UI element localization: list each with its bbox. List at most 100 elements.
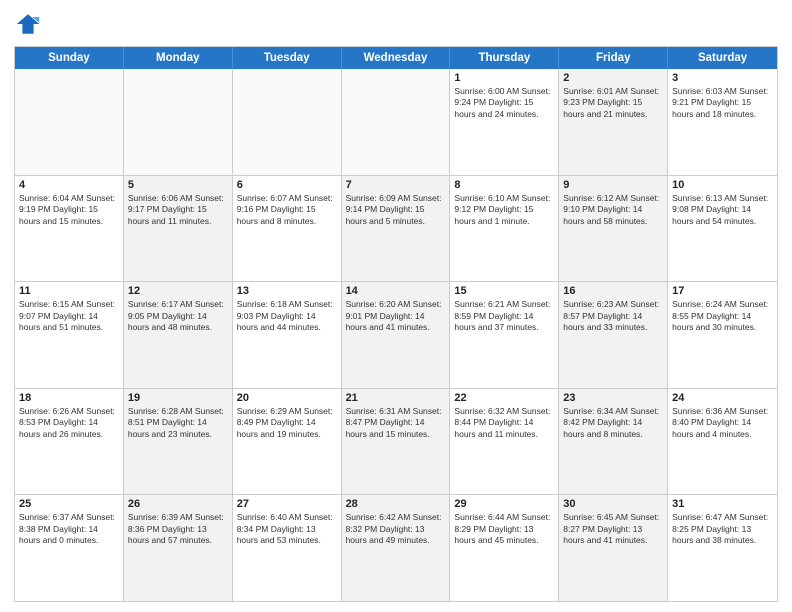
day-number: 9: [563, 179, 663, 191]
calendar-cell: 26 Sunrise: 6:39 AM Sunset: 8:36 PM Dayli…: [124, 495, 233, 601]
day-info: Sunrise: 6:34 AM Sunset: 8:42 PM Dayligh…: [563, 406, 663, 440]
day-number: 23: [563, 392, 663, 404]
day-info: Sunrise: 6:07 AM Sunset: 9:16 PM Dayligh…: [237, 193, 337, 227]
day-info: Sunrise: 6:36 AM Sunset: 8:40 PM Dayligh…: [672, 406, 773, 440]
calendar-header-cell: Sunday: [15, 47, 124, 69]
logo: [14, 10, 46, 38]
calendar-cell: 17 Sunrise: 6:24 AM Sunset: 8:55 PM Dayli…: [668, 282, 777, 388]
calendar-header-cell: Thursday: [450, 47, 559, 69]
calendar-cell: 8Sunrise: 6:10 AM Sunset: 9:12 PM Daylig…: [450, 176, 559, 282]
day-info: Sunrise: 6:23 AM Sunset: 8:57 PM Dayligh…: [563, 299, 663, 333]
calendar-cell: 12 Sunrise: 6:17 AM Sunset: 9:05 PM Dayli…: [124, 282, 233, 388]
calendar-cell: 29 Sunrise: 6:44 AM Sunset: 8:29 PM Dayli…: [450, 495, 559, 601]
calendar-cell: 11 Sunrise: 6:15 AM Sunset: 9:07 PM Dayli…: [15, 282, 124, 388]
day-number: 25: [19, 498, 119, 510]
day-info: Sunrise: 6:39 AM Sunset: 8:36 PM Dayligh…: [128, 512, 228, 546]
day-number: 30: [563, 498, 663, 510]
day-number: 4: [19, 179, 119, 191]
day-info: Sunrise: 6:20 AM Sunset: 9:01 PM Dayligh…: [346, 299, 446, 333]
day-info: Sunrise: 6:37 AM Sunset: 8:38 PM Dayligh…: [19, 512, 119, 546]
calendar-cell: 20 Sunrise: 6:29 AM Sunset: 8:49 PM Dayli…: [233, 389, 342, 495]
calendar-week-4: 18Sunrise: 6:26 AM Sunset: 8:53 PM Dayli…: [15, 388, 777, 495]
calendar: SundayMondayTuesdayWednesdayThursdayFrid…: [14, 46, 778, 602]
day-info: Sunrise: 6:12 AM Sunset: 9:10 PM Dayligh…: [563, 193, 663, 227]
calendar-cell: 18Sunrise: 6:26 AM Sunset: 8:53 PM Dayli…: [15, 389, 124, 495]
calendar-body: 1Sunrise: 6:00 AM Sunset: 9:24 PM Daylig…: [15, 69, 777, 601]
day-number: 15: [454, 285, 554, 297]
day-info: Sunrise: 6:24 AM Sunset: 8:55 PM Dayligh…: [672, 299, 773, 333]
day-number: 27: [237, 498, 337, 510]
calendar-header-cell: Wednesday: [342, 47, 451, 69]
calendar-cell: 24 Sunrise: 6:36 AM Sunset: 8:40 PM Dayli…: [668, 389, 777, 495]
calendar-cell: 21 Sunrise: 6:31 AM Sunset: 8:47 PM Dayli…: [342, 389, 451, 495]
calendar-cell: 4 Sunrise: 6:04 AM Sunset: 9:19 PM Daylig…: [15, 176, 124, 282]
day-number: 24: [672, 392, 773, 404]
calendar-cell: 14 Sunrise: 6:20 AM Sunset: 9:01 PM Dayli…: [342, 282, 451, 388]
day-info: Sunrise: 6:17 AM Sunset: 9:05 PM Dayligh…: [128, 299, 228, 333]
calendar-header-cell: Saturday: [668, 47, 777, 69]
page: SundayMondayTuesdayWednesdayThursdayFrid…: [0, 0, 792, 612]
calendar-cell: 27 Sunrise: 6:40 AM Sunset: 8:34 PM Dayli…: [233, 495, 342, 601]
day-info: Sunrise: 6:04 AM Sunset: 9:19 PM Dayligh…: [19, 193, 119, 227]
calendar-week-1: 1Sunrise: 6:00 AM Sunset: 9:24 PM Daylig…: [15, 69, 777, 175]
day-info: Sunrise: 6:45 AM Sunset: 8:27 PM Dayligh…: [563, 512, 663, 546]
day-number: 19: [128, 392, 228, 404]
day-number: 13: [237, 285, 337, 297]
day-info: Sunrise: 6:31 AM Sunset: 8:47 PM Dayligh…: [346, 406, 446, 440]
day-number: 28: [346, 498, 446, 510]
calendar-cell: 3 Sunrise: 6:03 AM Sunset: 9:21 PM Daylig…: [668, 69, 777, 175]
calendar-header-cell: Monday: [124, 47, 233, 69]
calendar-header-cell: Friday: [559, 47, 668, 69]
day-number: 7: [346, 179, 446, 191]
calendar-cell: [233, 69, 342, 175]
calendar-cell: [342, 69, 451, 175]
day-number: 14: [346, 285, 446, 297]
calendar-cell: 5Sunrise: 6:06 AM Sunset: 9:17 PM Daylig…: [124, 176, 233, 282]
calendar-cell: 13 Sunrise: 6:18 AM Sunset: 9:03 PM Dayli…: [233, 282, 342, 388]
day-info: Sunrise: 6:13 AM Sunset: 9:08 PM Dayligh…: [672, 193, 773, 227]
calendar-cell: 15 Sunrise: 6:21 AM Sunset: 8:59 PM Dayli…: [450, 282, 559, 388]
calendar-cell: [15, 69, 124, 175]
calendar-week-5: 25 Sunrise: 6:37 AM Sunset: 8:38 PM Dayli…: [15, 494, 777, 601]
day-info: Sunrise: 6:29 AM Sunset: 8:49 PM Dayligh…: [237, 406, 337, 440]
day-number: 11: [19, 285, 119, 297]
day-number: 17: [672, 285, 773, 297]
day-info: Sunrise: 6:44 AM Sunset: 8:29 PM Dayligh…: [454, 512, 554, 546]
day-number: 12: [128, 285, 228, 297]
calendar-cell: 1Sunrise: 6:00 AM Sunset: 9:24 PM Daylig…: [450, 69, 559, 175]
day-info: Sunrise: 6:10 AM Sunset: 9:12 PM Dayligh…: [454, 193, 554, 227]
calendar-cell: 31Sunrise: 6:47 AM Sunset: 8:25 PM Dayli…: [668, 495, 777, 601]
day-number: 6: [237, 179, 337, 191]
calendar-week-3: 11 Sunrise: 6:15 AM Sunset: 9:07 PM Dayli…: [15, 281, 777, 388]
day-info: Sunrise: 6:42 AM Sunset: 8:32 PM Dayligh…: [346, 512, 446, 546]
day-info: Sunrise: 6:15 AM Sunset: 9:07 PM Dayligh…: [19, 299, 119, 333]
day-info: Sunrise: 6:03 AM Sunset: 9:21 PM Dayligh…: [672, 86, 773, 120]
day-number: 22: [454, 392, 554, 404]
day-number: 26: [128, 498, 228, 510]
calendar-week-2: 4 Sunrise: 6:04 AM Sunset: 9:19 PM Daylig…: [15, 175, 777, 282]
day-number: 20: [237, 392, 337, 404]
header: [14, 10, 778, 38]
day-info: Sunrise: 6:00 AM Sunset: 9:24 PM Dayligh…: [454, 86, 554, 120]
day-number: 29: [454, 498, 554, 510]
calendar-header-row: SundayMondayTuesdayWednesdayThursdayFrid…: [15, 47, 777, 69]
day-number: 2: [563, 72, 663, 84]
day-info: Sunrise: 6:21 AM Sunset: 8:59 PM Dayligh…: [454, 299, 554, 333]
day-info: Sunrise: 6:32 AM Sunset: 8:44 PM Dayligh…: [454, 406, 554, 440]
calendar-cell: 30 Sunrise: 6:45 AM Sunset: 8:27 PM Dayli…: [559, 495, 668, 601]
day-number: 21: [346, 392, 446, 404]
calendar-cell: 19 Sunrise: 6:28 AM Sunset: 8:51 PM Dayli…: [124, 389, 233, 495]
day-number: 16: [563, 285, 663, 297]
day-info: Sunrise: 6:40 AM Sunset: 8:34 PM Dayligh…: [237, 512, 337, 546]
calendar-cell: 23 Sunrise: 6:34 AM Sunset: 8:42 PM Dayli…: [559, 389, 668, 495]
calendar-cell: 28 Sunrise: 6:42 AM Sunset: 8:32 PM Dayli…: [342, 495, 451, 601]
day-info: Sunrise: 6:28 AM Sunset: 8:51 PM Dayligh…: [128, 406, 228, 440]
day-number: 31: [672, 498, 773, 510]
calendar-cell: 9 Sunrise: 6:12 AM Sunset: 9:10 PM Daylig…: [559, 176, 668, 282]
day-info: Sunrise: 6:18 AM Sunset: 9:03 PM Dayligh…: [237, 299, 337, 333]
calendar-cell: 25 Sunrise: 6:37 AM Sunset: 8:38 PM Dayli…: [15, 495, 124, 601]
day-number: 3: [672, 72, 773, 84]
day-info: Sunrise: 6:01 AM Sunset: 9:23 PM Dayligh…: [563, 86, 663, 120]
day-info: Sunrise: 6:26 AM Sunset: 8:53 PM Dayligh…: [19, 406, 119, 440]
logo-icon: [14, 10, 42, 38]
